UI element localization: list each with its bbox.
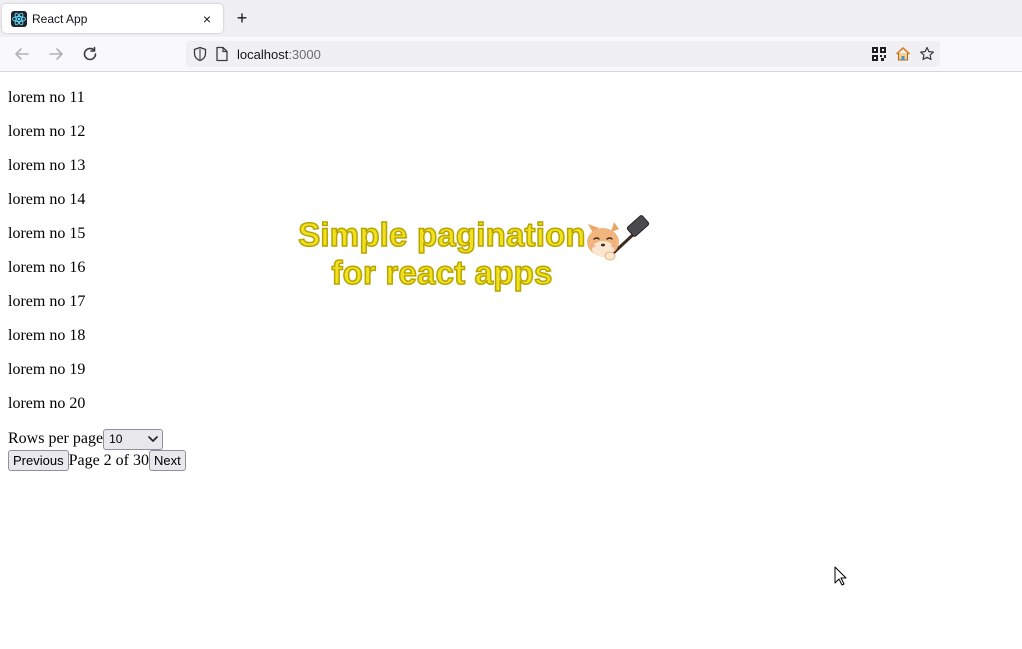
browser-tab[interactable]: React App × [2, 4, 223, 33]
overlay-title-line1: Simple pagination [297, 215, 586, 254]
overlay-title: Simple pagination for react apps [287, 215, 597, 292]
list-item: lorem no 17 [8, 293, 86, 310]
url-port: :3000 [288, 47, 321, 62]
rows-per-page-row: Rows per page 10 [8, 428, 164, 450]
qr-code-icon[interactable] [871, 46, 887, 62]
list-item: lorem no 18 [8, 327, 86, 344]
back-arrow-icon[interactable] [13, 45, 31, 63]
rows-per-page-value: 10 [109, 432, 123, 446]
home-icon[interactable] [895, 46, 911, 62]
new-tab-button[interactable]: + [232, 9, 252, 29]
next-button[interactable]: Next [149, 450, 186, 471]
rows-per-page-label: Rows per page [8, 430, 104, 447]
page-icon[interactable] [215, 46, 229, 62]
previous-button[interactable]: Previous [8, 450, 69, 471]
navigation-bar: localhost:3000 [0, 37, 1022, 72]
list-item: lorem no 19 [8, 361, 86, 378]
page-status: Page 2 of 30 [68, 452, 150, 469]
address-bar[interactable]: localhost:3000 [186, 41, 940, 67]
mouse-cursor-icon [834, 566, 847, 586]
forward-arrow-icon[interactable] [47, 45, 65, 63]
list-item: lorem no 11 [8, 89, 85, 106]
chevron-down-icon [148, 436, 158, 442]
shield-icon[interactable] [192, 46, 208, 62]
close-tab-icon[interactable]: × [199, 11, 215, 27]
overlay-title-line2: for react apps [331, 253, 553, 292]
tab-bar: React App × + [0, 0, 1022, 37]
pagination-controls: Previous Page 2 of 30 Next [8, 450, 186, 472]
list-item: lorem no 14 [8, 191, 86, 208]
list-item: lorem no 12 [8, 123, 86, 140]
reload-icon[interactable] [81, 45, 99, 63]
react-logo-icon [11, 11, 27, 27]
list-item: lorem no 20 [8, 395, 86, 412]
url-text[interactable]: localhost:3000 [237, 47, 321, 62]
star-bookmark-icon[interactable] [919, 46, 935, 62]
shiba-hammer-icon [587, 215, 650, 261]
list-item: lorem no 13 [8, 157, 86, 174]
tab-title: React App [32, 12, 88, 26]
rows-per-page-select[interactable]: 10 [103, 429, 164, 450]
url-host: localhost [237, 47, 289, 62]
